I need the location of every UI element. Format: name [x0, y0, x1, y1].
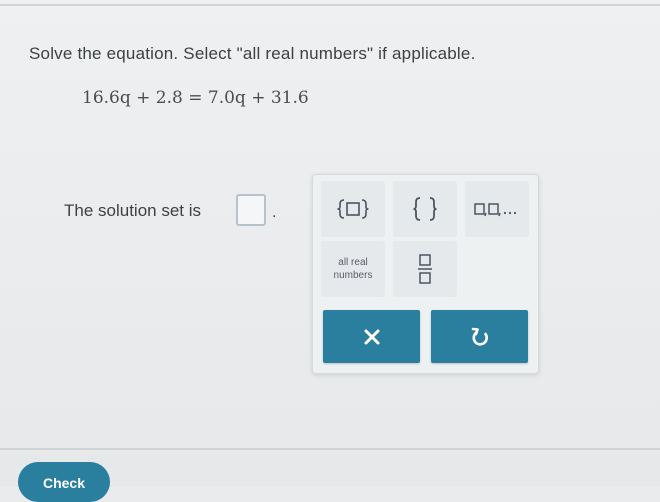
- close-icon: [364, 329, 379, 344]
- clear-button[interactable]: [323, 310, 420, 363]
- solution-period: .: [272, 204, 277, 221]
- fraction-button[interactable]: [393, 241, 457, 297]
- all-real-numbers-label: all real numbers: [333, 257, 373, 281]
- math-palette: all real numbers: [312, 174, 539, 374]
- top-divider: [0, 4, 660, 6]
- empty-set-button[interactable]: [393, 181, 457, 237]
- set-braces-with-box-button[interactable]: [321, 181, 385, 237]
- list-button[interactable]: [465, 181, 529, 237]
- question-prompt: Solve the equation. Select "all real num…: [29, 44, 476, 63]
- set-with-box-icon: [337, 199, 369, 219]
- all-real-numbers-button[interactable]: all real numbers: [321, 241, 385, 297]
- undo-icon: [471, 327, 488, 346]
- page: Solve the equation. Select "all real num…: [0, 0, 660, 502]
- list-boxes-icon: [474, 203, 517, 217]
- bottom-divider: [0, 448, 660, 450]
- undo-button[interactable]: [431, 310, 528, 363]
- answer-input[interactable]: [236, 194, 266, 226]
- check-button[interactable]: Check: [18, 462, 110, 502]
- fraction-icon: [418, 254, 432, 284]
- empty-set-braces-icon: [413, 197, 437, 221]
- solution-label: The solution set is: [64, 201, 202, 220]
- equation: 16.6q + 2.8 = 7.0q + 31.6: [82, 88, 309, 108]
